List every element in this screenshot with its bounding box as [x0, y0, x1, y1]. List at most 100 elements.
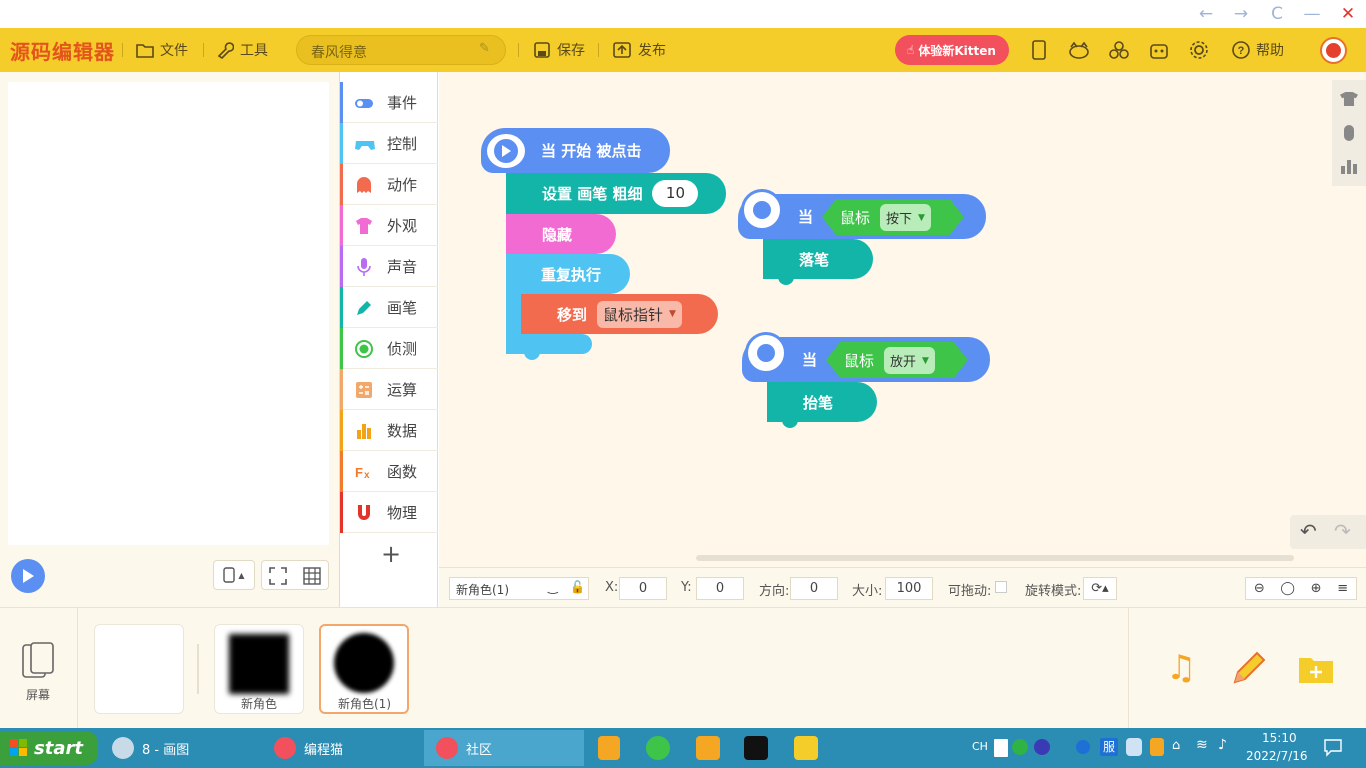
- microphone-icon[interactable]: [1344, 125, 1354, 141]
- start-button[interactable]: start: [0, 731, 98, 765]
- screen-tab[interactable]: 屏幕: [0, 608, 78, 729]
- zoom-out-icon[interactable]: ⊖: [1254, 581, 1265, 596]
- rotation-mode-dropdown[interactable]: ⟳▴: [1083, 577, 1117, 600]
- shield-tray-icon[interactable]: [1150, 738, 1164, 756]
- tools-menu[interactable]: 工具: [216, 28, 268, 72]
- category-fx[interactable]: Fx 函数: [340, 451, 438, 492]
- size-input[interactable]: 100: [885, 577, 933, 600]
- music-note-icon[interactable]: ♫: [1166, 650, 1196, 686]
- battery-icon[interactable]: ⌂: [1172, 738, 1180, 753]
- category-bars[interactable]: 数据: [340, 410, 438, 451]
- tools-menu-label: 工具: [240, 43, 268, 59]
- try-kitten-button[interactable]: ☝ 体验新Kitten: [895, 35, 1009, 65]
- category-toggle[interactable]: 事件: [340, 82, 438, 123]
- release-dropdown[interactable]: 放开 ▼: [884, 347, 935, 374]
- add-folder-icon[interactable]: [1298, 654, 1334, 684]
- category-magnet[interactable]: 物理: [340, 492, 438, 533]
- fullscreen-icon[interactable]: [269, 567, 287, 585]
- service-tray-icon[interactable]: 服: [1100, 738, 1118, 756]
- capcut-app-icon[interactable]: [744, 736, 768, 760]
- run-button[interactable]: [11, 559, 45, 593]
- taskbar-app-community[interactable]: 社区: [424, 730, 584, 766]
- language-indicator[interactable]: CH: [972, 740, 988, 753]
- set-pen-size-block[interactable]: 设置 画笔 粗细 10: [506, 173, 726, 214]
- volume-icon[interactable]: ♪: [1218, 737, 1227, 753]
- taskbar-app-codemao[interactable]: 编程猫: [262, 730, 420, 766]
- menu-icon[interactable]: ≡: [1337, 581, 1348, 596]
- add-category-button[interactable]: +: [381, 540, 401, 568]
- costume-shirt-icon[interactable]: [1340, 92, 1358, 106]
- card-tray-icon[interactable]: [1126, 738, 1142, 756]
- chevron-down-icon: ▼: [918, 212, 925, 223]
- help-label: 帮助: [1256, 43, 1284, 59]
- photos-app-icon[interactable]: [794, 736, 818, 760]
- workspace-scrollbar[interactable]: [696, 555, 1294, 561]
- category-calc[interactable]: 运算: [340, 369, 438, 410]
- refresh-icon[interactable]: C: [1263, 3, 1291, 25]
- user-avatar[interactable]: [1320, 37, 1347, 64]
- browser-app-icon[interactable]: [696, 736, 720, 760]
- minimize-icon[interactable]: —: [1298, 3, 1326, 25]
- wifi-icon[interactable]: ≋: [1196, 737, 1208, 753]
- zoom-reset-icon[interactable]: ◯: [1280, 581, 1295, 596]
- file-menu[interactable]: 文件: [136, 28, 188, 72]
- taskbar-app-paint[interactable]: 8 - 画图: [100, 730, 260, 766]
- y-input[interactable]: 0: [696, 577, 744, 600]
- forward-icon[interactable]: →: [1227, 3, 1255, 25]
- category-ghost[interactable]: 动作: [340, 164, 438, 205]
- extensions-icon[interactable]: [1106, 37, 1132, 63]
- sogou-tray-icon[interactable]: [1012, 739, 1028, 755]
- redo-icon[interactable]: ↷: [1334, 519, 1351, 543]
- grid-icon[interactable]: [303, 567, 321, 585]
- document-tray-icon[interactable]: [994, 739, 1008, 757]
- settings-gear-icon[interactable]: [1186, 37, 1212, 63]
- pen-down-block[interactable]: 落笔: [763, 239, 873, 279]
- close-icon[interactable]: ✕: [1334, 3, 1362, 25]
- divider: [203, 43, 204, 57]
- notification-icon[interactable]: [1324, 739, 1342, 757]
- move-to-block[interactable]: 移到 鼠标指针 ▼: [521, 294, 718, 334]
- sprite-name: 新角色(1): [456, 583, 509, 597]
- sprite-panel: 屏幕 新角色 新角色(1) ♫: [0, 607, 1366, 729]
- category-label: 画笔: [387, 299, 418, 317]
- help-button[interactable]: ? 帮助: [1232, 28, 1284, 72]
- draggable-checkbox[interactable]: [995, 581, 1007, 593]
- category-shirt[interactable]: 外观: [340, 205, 438, 246]
- help-tray-icon[interactable]: [1034, 739, 1050, 755]
- chart-icon[interactable]: [1340, 158, 1358, 174]
- background-thumbnail[interactable]: [94, 624, 184, 714]
- device-icon[interactable]: [1026, 37, 1052, 63]
- press-dropdown[interactable]: 按下 ▼: [880, 204, 931, 231]
- publish-button[interactable]: 发布: [612, 28, 666, 72]
- direction-input[interactable]: 0: [790, 577, 838, 600]
- cat-face-icon[interactable]: [1066, 37, 1092, 63]
- category-target[interactable]: 侦测: [340, 328, 438, 369]
- pen-up-block[interactable]: 抬笔: [767, 382, 877, 422]
- device-switch-button[interactable]: ▲: [213, 560, 255, 590]
- move-target-dropdown[interactable]: 鼠标指针 ▼: [597, 300, 682, 328]
- undo-icon[interactable]: ↶: [1300, 519, 1317, 543]
- sprite-card-selected[interactable]: 新角色(1): [319, 624, 409, 714]
- save-button[interactable]: 保存: [533, 28, 585, 72]
- stage-canvas[interactable]: [8, 82, 329, 545]
- notes-app-icon[interactable]: [598, 736, 620, 760]
- pencil-draw-icon[interactable]: [1229, 650, 1267, 686]
- x-input[interactable]: 0: [619, 577, 667, 600]
- visibility-eye-icon[interactable]: ‿: [548, 580, 558, 594]
- clock-date[interactable]: 2022/7/16: [1246, 749, 1308, 763]
- project-name-field[interactable]: 春风得意 ✎: [296, 35, 506, 65]
- sprite-name-field[interactable]: 新角色(1) ‿ 🔓: [449, 577, 589, 600]
- category-pen[interactable]: 画笔: [340, 287, 438, 328]
- hide-block[interactable]: 隐藏: [506, 214, 616, 254]
- robot-icon[interactable]: [1146, 37, 1172, 63]
- category-mic[interactable]: 声音: [340, 246, 438, 287]
- wechat-app-icon[interactable]: [646, 736, 670, 760]
- network-tray-icon[interactable]: [1076, 740, 1090, 754]
- sprite-card[interactable]: 新角色: [214, 624, 304, 714]
- pen-size-input[interactable]: 10: [652, 180, 699, 207]
- back-icon[interactable]: ←: [1192, 3, 1220, 25]
- zoom-in-icon[interactable]: ⊕: [1311, 581, 1322, 596]
- category-gamepad[interactable]: 控制: [340, 123, 438, 164]
- lock-icon[interactable]: 🔓: [570, 580, 585, 594]
- clock-time[interactable]: 15:10: [1262, 731, 1297, 745]
